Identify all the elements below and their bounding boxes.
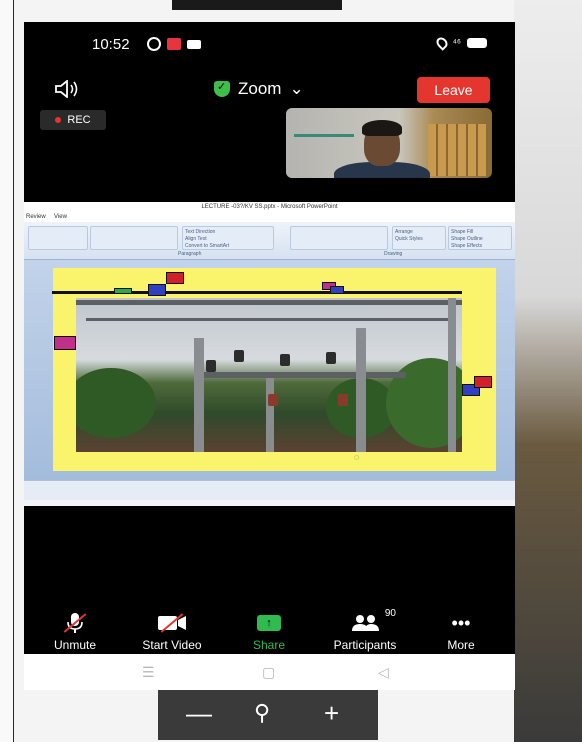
start-video-button[interactable]: Start Video (127, 612, 217, 652)
ribbon-group-shapes (290, 226, 388, 250)
ribbon-convert-smartart: Convert to SmartArt (185, 243, 230, 249)
share-label: Share (252, 638, 286, 652)
screen-record-icon (167, 38, 181, 50)
marker-red (166, 272, 184, 284)
status-time: 10:52 (92, 36, 130, 53)
ppt-status-bar (24, 480, 515, 500)
ribbon-shape-effects: Shape Effects (451, 243, 483, 249)
participants-label: Participants (333, 638, 397, 652)
menu-view: View (54, 214, 67, 220)
left-edge (0, 0, 14, 742)
recording-badge: REC (40, 110, 106, 130)
tree-left (76, 368, 156, 438)
insulator (280, 354, 290, 366)
menu-lines-icon[interactable]: ☰ (142, 664, 155, 681)
status-icons-left (147, 37, 201, 51)
meeting-controls: Unmute Start Video ↑ Share 90 Participan… (24, 608, 515, 654)
pole-center (266, 378, 274, 452)
ribbon-shape-outline: Shape Outline (451, 236, 483, 242)
marker-red (474, 376, 492, 388)
ribbon-drawing-label: Drawing (384, 251, 403, 257)
self-view-video[interactable] (286, 108, 492, 178)
more-button[interactable]: ••• More (416, 612, 506, 653)
start-video-label: Start Video (142, 638, 202, 652)
ribbon-group-text: Text Direction Align Text Convert to Sma… (182, 226, 274, 250)
top-beam (76, 300, 462, 305)
mic-muted-icon (63, 612, 87, 634)
share-button[interactable]: ↑ Share (224, 612, 314, 652)
android-nav-bar: ☰ ▢ ◁ (24, 654, 515, 690)
rec-dot-icon (55, 117, 62, 123)
ribbon-group-arrange: Arrange Quick Styles (392, 226, 446, 250)
mid-beam (196, 372, 406, 378)
video-off-icon (157, 612, 187, 634)
zoom-in-icon[interactable]: + (324, 698, 339, 729)
ribbon-arrange: Arrange (395, 229, 413, 235)
marker-green (114, 288, 132, 294)
zoom-out-icon[interactable]: — (186, 698, 212, 729)
status-icons-right: ⁴⁶ (433, 35, 487, 51)
ribbon-group-font (28, 226, 88, 250)
meeting-toolbar: Zoom ⌄ Leave (24, 74, 515, 110)
ribbon-paragraph-label: Paragraph (178, 251, 202, 257)
unmute-button[interactable]: Unmute (30, 612, 120, 652)
insulator (326, 352, 336, 364)
ppt-ribbon: Text Direction Align Text Convert to Sma… (24, 222, 515, 260)
speaker-icon[interactable] (54, 79, 80, 103)
battery-icon (467, 38, 487, 48)
phone-screen: 10:52 ⁴⁶ Zoom ⌄ Leave (24, 22, 515, 690)
unmute-label: Unmute (53, 638, 97, 652)
substation-photo (76, 298, 462, 452)
ppt-menu: Review View (24, 214, 515, 222)
mouse-cursor-icon: ◌ (354, 452, 360, 462)
chevron-down-icon: ⌄ (289, 79, 304, 98)
back-triangle-icon[interactable]: ◁ (378, 664, 389, 681)
ribbon-group-shape-format: Shape Fill Shape Outline Shape Effects (448, 226, 512, 250)
ribbon-quick-styles: Quick Styles (395, 236, 423, 242)
pole-left (194, 338, 204, 452)
meeting-title-label: Zoom (238, 79, 282, 98)
self-view-hair (362, 120, 402, 136)
video-icon (187, 39, 201, 49)
ppt-bottom-edge (24, 500, 515, 506)
pole-far-right (448, 298, 456, 452)
pole-right (356, 328, 366, 452)
self-view-shelf (294, 134, 354, 137)
leave-button[interactable]: Leave (417, 77, 490, 103)
ribbon-shape-fill: Shape Fill (451, 229, 474, 235)
participants-icon: 90 (350, 608, 396, 634)
magnify-icon[interactable]: ⚲ (254, 700, 270, 726)
rec-label: REC (67, 114, 91, 126)
location-icon (433, 35, 450, 51)
insulator (268, 394, 278, 406)
participants-button[interactable]: 90 Participants (320, 608, 410, 652)
insulator (234, 350, 244, 362)
insulator (338, 394, 348, 406)
screen: 10:52 ⁴⁶ Zoom ⌄ Leave (0, 0, 582, 742)
signal-icon: ⁴⁶ (452, 37, 461, 49)
more-dots-icon: ••• (451, 612, 471, 633)
ribbon-group-paragraph (90, 226, 178, 250)
insulator (206, 360, 216, 372)
self-view-window (428, 124, 486, 176)
background-photo (514, 0, 582, 742)
viewer-zoom-controls: — ⚲ + (158, 690, 378, 740)
marker-blue (330, 286, 344, 294)
marker-blue (148, 284, 166, 296)
share-arrow-icon: ↑ (257, 612, 281, 634)
ppt-window-title: LECTURE -03?/KV SS.pptx - Microsoft Powe… (201, 204, 338, 210)
second-beam (86, 318, 456, 321)
ribbon-align-text: Align Text (185, 236, 207, 242)
ribbon-text-direction: Text Direction (185, 229, 216, 235)
shield-icon (214, 80, 230, 97)
home-square-icon[interactable]: ▢ (262, 664, 275, 681)
top-strip (172, 0, 342, 10)
participants-count: 90 (384, 608, 396, 619)
status-bar: 10:52 ⁴⁶ (24, 22, 515, 66)
whatsapp-icon (147, 37, 161, 51)
menu-review: Review (26, 214, 46, 220)
marker-pink (54, 336, 76, 350)
more-label: More (447, 638, 475, 652)
meeting-title[interactable]: Zoom ⌄ (214, 79, 304, 99)
